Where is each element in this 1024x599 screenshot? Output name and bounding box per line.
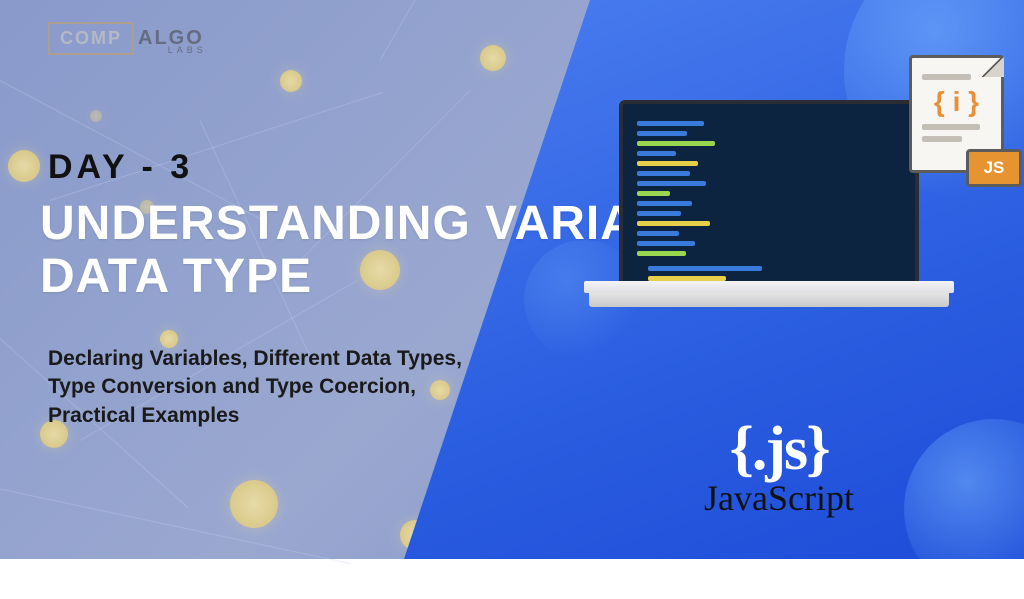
brand-logo: COMP ALGO LABS	[48, 22, 207, 55]
javascript-logo: {.js} JavaScript	[704, 414, 854, 519]
js-file-icon: { i } JS	[899, 55, 1014, 173]
day-label: DAY - 3	[48, 148, 193, 187]
logo-labs: LABS	[168, 45, 207, 55]
js-text: JavaScript	[704, 477, 854, 519]
js-curly: {.js}	[704, 414, 854, 485]
file-braces: { i }	[912, 86, 1001, 118]
logo-comp: COMP	[48, 22, 134, 55]
laptop-screen	[619, 100, 919, 295]
laptop-base	[589, 291, 949, 307]
js-badge: JS	[966, 149, 1022, 187]
subtitle: Declaring Variables, Different Data Type…	[48, 345, 468, 430]
